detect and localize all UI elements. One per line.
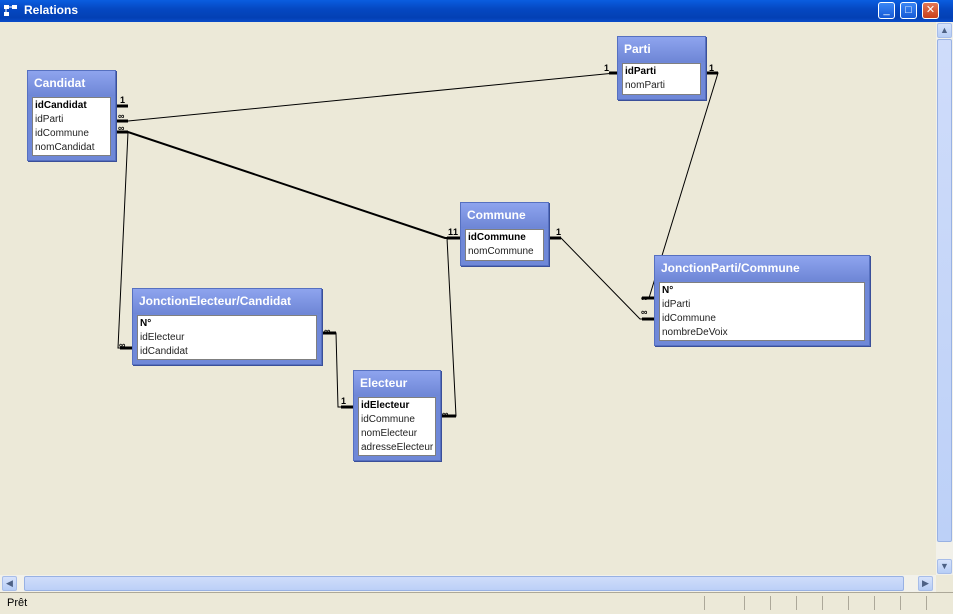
field-item[interactable]: idParti — [625, 65, 698, 79]
field-item[interactable]: nombreDeVoix — [662, 326, 862, 340]
table-title[interactable]: JonctionElecteur/Candidat — [133, 289, 321, 314]
table-title[interactable]: JonctionParti/Commune — [655, 256, 869, 281]
vertical-scroll-thumb[interactable] — [937, 39, 952, 542]
scroll-right-icon[interactable]: ▶ — [918, 576, 933, 591]
horizontal-scrollbar[interactable]: ◀ ▶ — [0, 575, 936, 592]
status-divider — [744, 596, 745, 610]
field-item[interactable]: adresseElecteur — [361, 441, 433, 455]
field-list[interactable]: idParti nomParti — [622, 63, 701, 95]
table-jonction-parti-commune[interactable]: JonctionParti/Commune N° idParti idCommu… — [654, 255, 870, 346]
relations-window: Relations _ □ ✕ 1 ∞ ∞ 1 1 1 1 1 ∞ ∞ ∞ ∞ … — [0, 0, 953, 614]
table-title[interactable]: Candidat — [28, 71, 115, 96]
scroll-left-icon[interactable]: ◀ — [2, 576, 17, 591]
card-candidat-parti-many: ∞ — [118, 111, 125, 121]
field-item[interactable]: N° — [140, 317, 314, 331]
field-item[interactable]: N° — [662, 284, 862, 298]
status-divider — [796, 596, 797, 610]
status-divider — [848, 596, 849, 610]
field-item[interactable]: nomCommune — [468, 245, 541, 259]
table-parti[interactable]: Parti idParti nomParti — [617, 36, 706, 100]
status-divider — [822, 596, 823, 610]
field-list[interactable]: N° idParti idCommune nombreDeVoix — [659, 282, 865, 341]
card-candidat-one: 1 — [120, 95, 125, 105]
field-item[interactable]: nomCandidat — [35, 141, 108, 155]
status-text: Prêt — [7, 597, 28, 609]
scroll-up-icon[interactable]: ▲ — [937, 23, 952, 38]
table-title[interactable]: Electeur — [354, 371, 440, 396]
field-item[interactable]: idParti — [35, 113, 108, 127]
table-title[interactable]: Parti — [618, 37, 705, 62]
card-jonction-parti-many-a: ∞ — [641, 293, 648, 303]
field-item[interactable]: idCommune — [662, 312, 862, 326]
card-commune-one-left-b: 1 — [453, 227, 458, 237]
link-candidat-jonction-electeur — [116, 131, 132, 349]
title-bar[interactable]: Relations _ □ ✕ — [0, 0, 953, 22]
field-list[interactable]: idElecteur idCommune nomElecteur adresse… — [358, 397, 436, 456]
field-list[interactable]: idCandidat idParti idCommune nomCandidat — [32, 97, 111, 156]
window-title: Relations — [24, 3, 79, 17]
table-jonction-electeur-candidat[interactable]: JonctionElecteur/Candidat N° idElecteur … — [132, 288, 322, 365]
status-bar: Prêt — [0, 592, 953, 614]
status-divider — [926, 596, 927, 610]
link-commune-electeur — [441, 237, 460, 417]
card-electeur-one: 1 — [341, 396, 346, 406]
card-commune-one-right: 1 — [556, 227, 561, 237]
table-commune[interactable]: Commune idCommune nomCommune — [460, 202, 549, 266]
close-icon[interactable]: ✕ — [922, 2, 939, 19]
field-item[interactable]: idCommune — [35, 127, 108, 141]
relations-app-icon — [4, 4, 18, 18]
field-item[interactable]: idElecteur — [361, 399, 433, 413]
field-list[interactable]: idCommune nomCommune — [465, 229, 544, 261]
field-list[interactable]: N° idElecteur idCandidat — [137, 315, 317, 360]
card-candidat-commune-many: ∞ — [118, 123, 125, 133]
table-title[interactable]: Commune — [461, 203, 548, 228]
status-divider — [900, 596, 901, 610]
field-item[interactable]: idCandidat — [35, 99, 108, 113]
field-item[interactable]: idElecteur — [140, 331, 314, 345]
link-candidat-parti — [116, 72, 621, 122]
field-item[interactable]: idCommune — [361, 413, 433, 427]
minimize-icon[interactable]: _ — [878, 2, 895, 19]
field-item[interactable]: nomElecteur — [361, 427, 433, 441]
maximize-icon[interactable]: □ — [900, 2, 917, 19]
table-electeur[interactable]: Electeur idElecteur idCommune nomElecteu… — [353, 370, 441, 461]
card-parti-one-left: 1 — [604, 63, 609, 73]
status-divider — [874, 596, 875, 610]
card-electeur-many: ∞ — [442, 409, 449, 419]
vertical-scrollbar[interactable]: ▲ ▼ — [936, 22, 953, 575]
status-divider — [770, 596, 771, 610]
scroll-down-icon[interactable]: ▼ — [937, 559, 952, 574]
relations-canvas[interactable]: 1 ∞ ∞ 1 1 1 1 1 ∞ ∞ ∞ ∞ 1 ∞ Candidat idC… — [4, 22, 936, 575]
field-item[interactable]: idParti — [662, 298, 862, 312]
card-jonction-parti-many-b: ∞ — [641, 307, 648, 317]
card-jonction-electeur-many-left: ∞ — [119, 340, 126, 350]
status-divider — [704, 596, 705, 610]
link-electeur-jonction-electeur — [322, 332, 353, 408]
field-item[interactable]: idCommune — [468, 231, 541, 245]
link-commune-jonction-parti — [549, 237, 654, 320]
field-item[interactable]: idCandidat — [140, 345, 314, 359]
horizontal-scroll-thumb[interactable] — [24, 576, 904, 591]
card-parti-one-right: 1 — [709, 63, 714, 73]
link-candidat-commune — [116, 131, 460, 239]
field-item[interactable]: nomParti — [625, 79, 698, 93]
card-jonction-electeur-many-right: ∞ — [324, 326, 331, 336]
table-candidat[interactable]: Candidat idCandidat idParti idCommune no… — [27, 70, 116, 161]
